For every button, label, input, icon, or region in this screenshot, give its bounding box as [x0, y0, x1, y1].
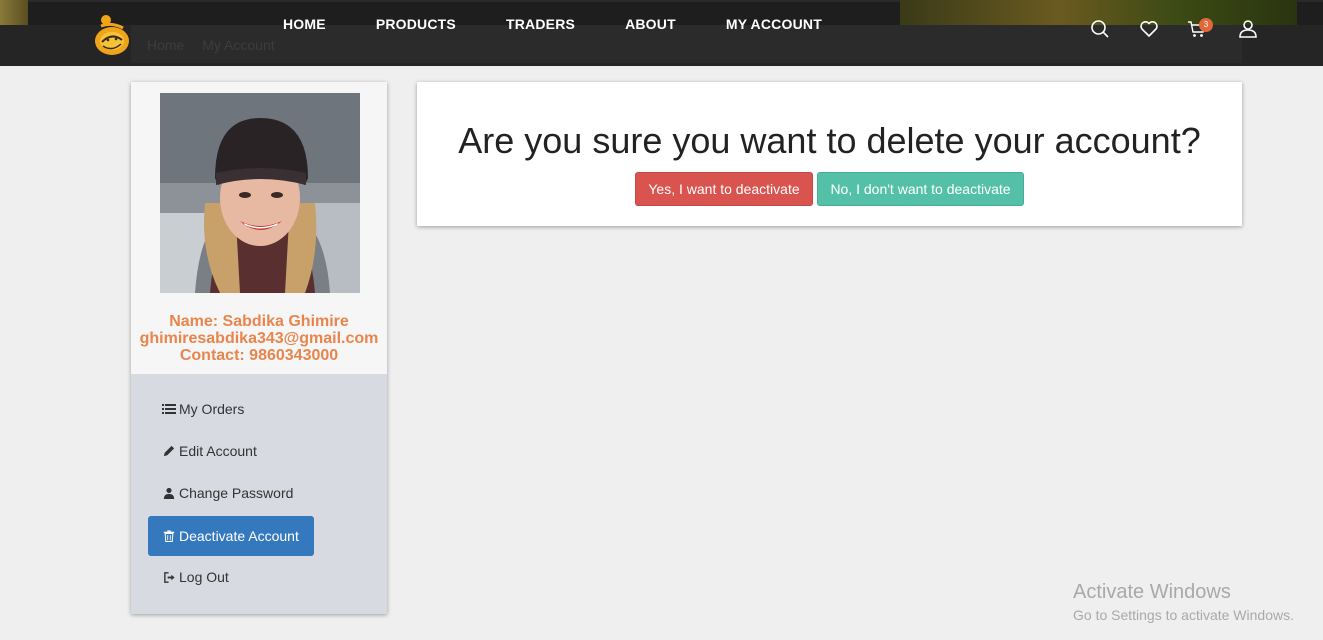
- breadcrumb-home[interactable]: Home: [147, 37, 184, 53]
- nav-my-account[interactable]: MY ACCOUNT: [726, 16, 822, 32]
- heart-icon[interactable]: [1139, 19, 1159, 39]
- top-header: Home My Account HOME PRODUCTS TRADERS AB…: [0, 0, 1323, 66]
- user-icon: [162, 486, 176, 500]
- banner-image-left: [0, 0, 28, 25]
- menu-deactivate-account-label: Deactivate Account: [179, 528, 299, 544]
- search-icon[interactable]: [1090, 19, 1110, 39]
- nav-traders[interactable]: TRADERS: [506, 16, 575, 32]
- confirm-question: Are you sure you want to delete your acc…: [458, 120, 1201, 161]
- confirm-deactivate-button[interactable]: Yes, I want to deactivate: [635, 172, 813, 206]
- cart-count-badge: 3: [1199, 18, 1213, 32]
- deactivate-confirm-card: Are you sure you want to delete your acc…: [417, 82, 1242, 226]
- menu-my-orders-label: My Orders: [179, 401, 245, 417]
- nav-products[interactable]: PRODUCTS: [376, 16, 456, 32]
- profile-photo: [160, 93, 360, 293]
- account-sidebar: Name: Sabdika Ghimire ghimiresabdika343@…: [131, 82, 387, 614]
- pencil-icon: [162, 444, 176, 458]
- profile-card: Name: Sabdika Ghimire ghimiresabdika343@…: [131, 82, 387, 374]
- windows-activation-watermark: Activate Windows Go to Settings to activ…: [1073, 581, 1294, 623]
- profile-name: Name: Sabdika Ghimire: [169, 313, 349, 330]
- watermark-subtitle: Go to Settings to activate Windows.: [1073, 607, 1294, 623]
- logout-icon: [162, 570, 176, 584]
- menu-my-orders[interactable]: My Orders: [162, 401, 244, 417]
- profile-info: Name: Sabdika Ghimire ghimiresabdika343@…: [131, 313, 387, 364]
- profile-contact: Contact: 9860343000: [179, 347, 339, 364]
- main-nav: HOME PRODUCTS TRADERS ABOUT MY ACCOUNT: [283, 16, 822, 32]
- menu-change-password[interactable]: Change Password: [162, 485, 293, 501]
- nav-about[interactable]: ABOUT: [625, 16, 676, 32]
- profile-email: ghimiresabdika343@gmail.com: [139, 330, 379, 347]
- menu-change-password-label: Change Password: [179, 485, 294, 501]
- user-icon[interactable]: [1238, 19, 1258, 39]
- menu-deactivate-account[interactable]: Deactivate Account: [148, 516, 314, 556]
- menu-log-out-label: Log Out: [179, 569, 229, 585]
- cancel-deactivate-button[interactable]: No, I don't want to deactivate: [817, 172, 1024, 206]
- breadcrumb: Home My Account: [147, 37, 289, 53]
- site-logo[interactable]: [93, 12, 131, 56]
- breadcrumb-current: My Account: [202, 37, 275, 53]
- watermark-title: Activate Windows: [1073, 581, 1231, 603]
- menu-log-out[interactable]: Log Out: [162, 569, 229, 585]
- menu-edit-account[interactable]: Edit Account: [162, 443, 257, 459]
- list-icon: [162, 402, 176, 416]
- trash-icon: [162, 529, 176, 543]
- menu-edit-account-label: Edit Account: [179, 443, 257, 459]
- nav-home[interactable]: HOME: [283, 16, 326, 32]
